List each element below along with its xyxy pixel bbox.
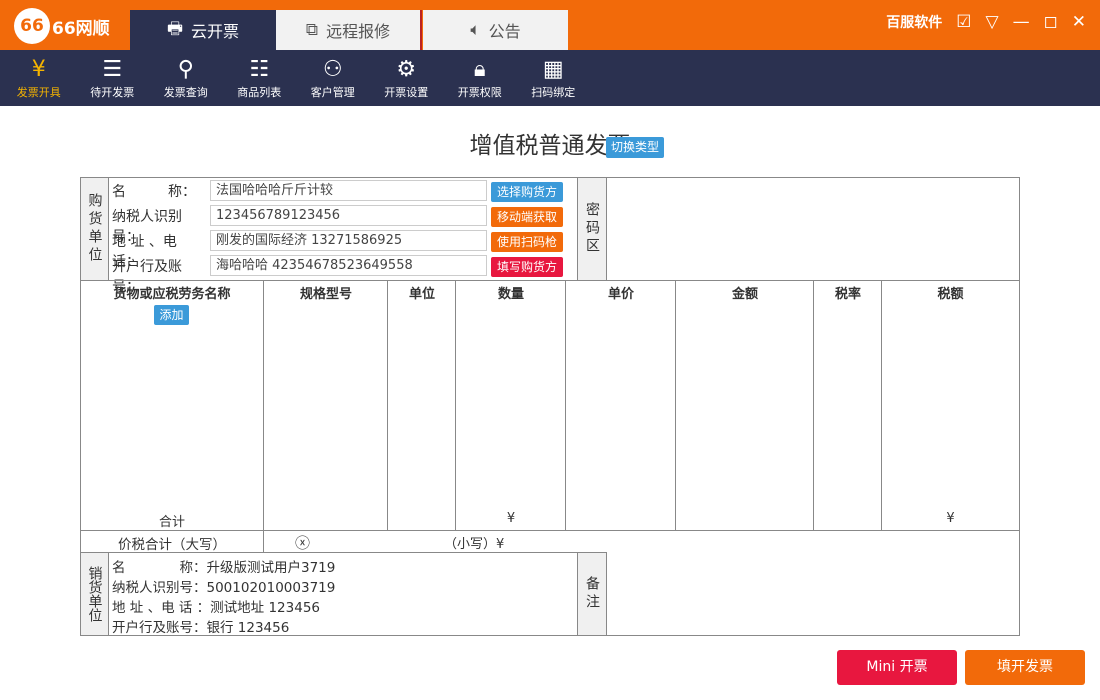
nav-pending-invoice[interactable]: ☰ 待开发票	[76, 50, 150, 106]
tab-announcement[interactable]: 🔈︎ 公告	[423, 10, 568, 50]
nav-permissions[interactable]: 🔒︎ 开票权限	[443, 50, 517, 106]
tab-remote-repair[interactable]: ⧉ 远程报修	[276, 10, 422, 50]
speaker-icon: 🔈︎	[470, 20, 481, 40]
dropdown-icon[interactable]: ▽	[986, 12, 999, 32]
qr-icon: ▦	[542, 57, 564, 82]
gear-icon: ⚙	[396, 57, 417, 82]
nav-settings[interactable]: ⚙ 开票设置	[370, 50, 444, 106]
lock-icon: 🔒︎	[473, 57, 486, 82]
minimize-icon[interactable]: —	[1013, 12, 1030, 32]
remark-label: 备注	[577, 552, 607, 636]
receipt-icon: ☰	[102, 57, 123, 82]
nav-invoice-query[interactable]: ⚲ 发票查询	[149, 50, 223, 106]
buyer-tax-id-input[interactable]: 123456789123456	[210, 205, 487, 226]
nav-issue-invoice[interactable]: ¥ 发票开具	[2, 50, 76, 106]
remark-input[interactable]	[607, 553, 1019, 635]
close-icon[interactable]: ✕	[1072, 12, 1086, 32]
remote-icon: ⧉	[305, 20, 319, 40]
buyer-bank-input[interactable]: 海哈哈哈 42354678523649558	[210, 255, 487, 276]
toolbar: ¥ 发票开具 ☰ 待开发票 ⚲ 发票查询 ☷ 商品列表 ⚇ 客户管理 ⚙ 开票设置 🔒︎ 开票…	[0, 50, 1100, 106]
mobile-fetch-button[interactable]: 移动端获取	[491, 207, 563, 227]
monitor-check-icon[interactable]: ☑	[956, 12, 971, 32]
buyer-label: 购货单位	[80, 177, 109, 281]
search-icon: ⚲	[177, 57, 194, 82]
yen-receipt-icon: ¥	[31, 57, 46, 82]
fill-buyer-button[interactable]: 填写购货方	[491, 257, 563, 277]
fill-invoice-button[interactable]: 填开发票	[965, 650, 1085, 685]
maximize-icon[interactable]: ◻	[1044, 12, 1058, 32]
switch-type-button[interactable]: 切换类型	[606, 137, 665, 158]
logo: 66 66网顺	[14, 8, 110, 44]
buyer-address-input[interactable]: 刚发的国际经济 13271586925	[210, 230, 487, 251]
seller-label: 销货单位	[80, 552, 109, 636]
tab-cloud-invoice[interactable]: 🖶 云开票	[130, 10, 276, 50]
add-item-button[interactable]: 添加	[154, 305, 189, 325]
buyer-name-input[interactable]: 法国哈哈哈斤斤计较	[210, 180, 487, 201]
users-icon: ⚇	[322, 57, 343, 82]
scanner-button[interactable]: 使用扫码枪	[491, 232, 563, 252]
nav-scan-bind[interactable]: ▦ 扫码绑定	[517, 50, 591, 106]
nav-product-list[interactable]: ☷ 商品列表	[223, 50, 297, 106]
printer-icon: 🖶	[166, 18, 184, 39]
password-area-label: 密码区	[577, 177, 607, 281]
brand-link[interactable]: 百服软件	[886, 12, 942, 32]
nav-customers[interactable]: ⚇ 客户管理	[296, 50, 370, 106]
circle-x-icon: ⓧ	[295, 534, 311, 552]
list-icon: ☷	[249, 57, 270, 82]
mini-invoice-button[interactable]: Mini 开票	[837, 650, 957, 685]
select-buyer-button[interactable]: 选择购货方	[491, 182, 563, 202]
invoice-title: 增值税普通发票	[469, 133, 631, 159]
